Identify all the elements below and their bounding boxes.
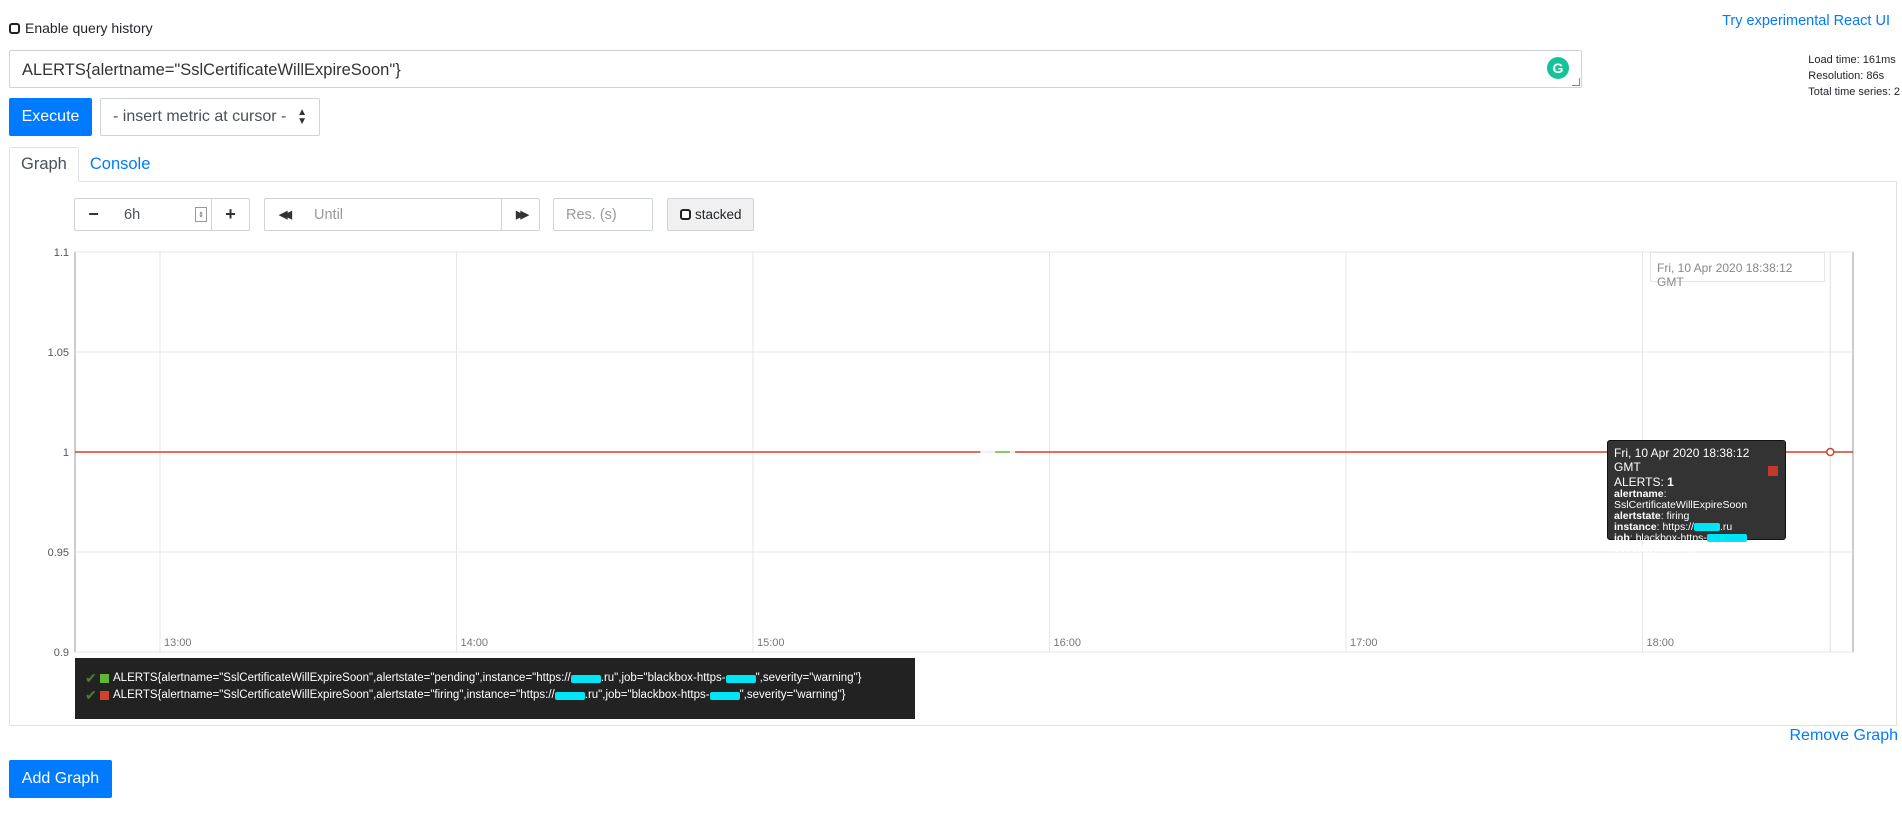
check-icon: ✔ <box>85 670 97 686</box>
redaction-mask <box>570 674 601 683</box>
tooltip-label: alertname: SslCertificateWillExpireSoon <box>1614 488 1748 511</box>
check-icon: ✔ <box>85 687 97 703</box>
tooltip-value-row: ALERTS: 1 <box>1614 475 1779 489</box>
x-tick-label: 17:00 <box>1350 637 1378 649</box>
y-tick-label: 1.1 <box>54 247 69 259</box>
x-tick-label: 14:00 <box>461 637 489 649</box>
hover-timestamp: Fri, 10 Apr 2020 18:38:12 GMT <box>1650 252 1825 289</box>
x-tick-label: 16:00 <box>1054 637 1082 649</box>
y-tick-label: 0.9 <box>54 647 69 659</box>
redaction-mask <box>554 691 585 700</box>
x-tick-label: 13:00 <box>164 637 192 649</box>
legend-label: ALERTS{alertname="SslCertificateWillExpi… <box>113 689 555 701</box>
tooltip-value: 1 <box>1667 475 1674 489</box>
legend-label: ALERTS{alertname="SslCertificateWillExpi… <box>113 672 571 684</box>
tooltip-time: Fri, 10 Apr 2020 18:38:12 GMT <box>1614 446 1750 474</box>
remove-graph-link[interactable]: Remove Graph <box>1790 727 1899 745</box>
legend-swatch-pending <box>100 674 109 683</box>
hover-point <box>1826 447 1835 457</box>
y-tick-label: 1 <box>63 447 69 459</box>
redaction-mask <box>1706 534 1747 543</box>
tab-graph[interactable]: Graph <box>9 147 79 182</box>
tooltip-swatch <box>1768 466 1778 476</box>
x-tick-label: 18:00 <box>1647 637 1675 649</box>
tooltip-metric: ALERTS: <box>1614 475 1664 489</box>
legend-item[interactable]: ✔ ALERTS{alertname="SslCertificateWillEx… <box>85 687 905 704</box>
redaction-mask <box>1693 523 1720 532</box>
legend-item[interactable]: ✔ ALERTS{alertname="SslCertificateWillEx… <box>85 670 905 687</box>
legend-swatch-firing <box>100 691 109 700</box>
graph-legend: ✔ ALERTS{alertname="SslCertificateWillEx… <box>75 658 915 719</box>
y-axis: 1.1 1.05 1 0.95 0.9 <box>48 247 69 659</box>
add-graph-button[interactable]: Add Graph <box>9 760 112 798</box>
data-tooltip: Fri, 10 Apr 2020 18:38:12 GMT ALERTS: 1 … <box>1607 440 1786 555</box>
y-tick-label: 0.95 <box>48 547 69 559</box>
x-tick-label: 15:00 <box>757 637 785 649</box>
y-tick-label: 1.05 <box>48 347 69 359</box>
redaction-mask <box>725 674 756 683</box>
tooltip-label: severity: warning <box>1614 543 1697 555</box>
redaction-mask <box>709 691 740 700</box>
